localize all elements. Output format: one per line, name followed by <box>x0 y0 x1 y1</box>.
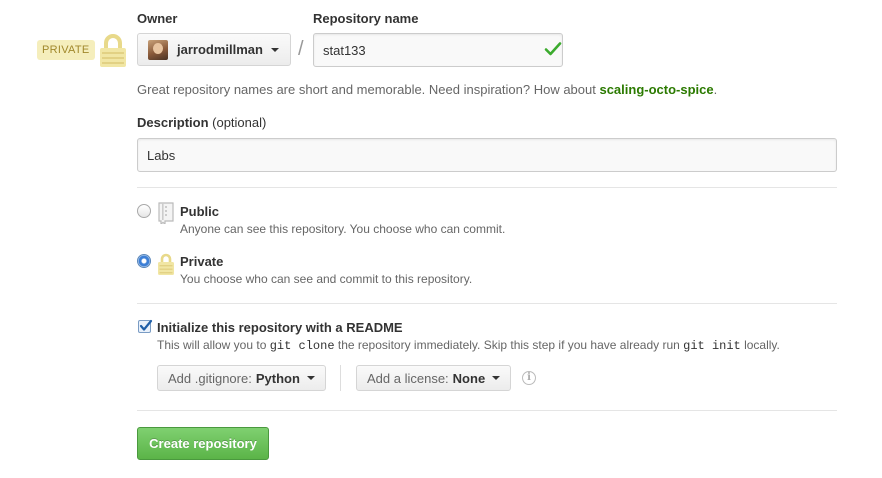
suggestion-link[interactable]: scaling-octo-spice <box>599 82 713 97</box>
readme-label: Initialize this repository with a README <box>157 320 403 335</box>
repository-name-input[interactable] <box>313 33 563 67</box>
gitignore-select[interactable]: Add .gitignore: Python <box>157 365 326 391</box>
divider <box>137 410 837 411</box>
repository-name-label: Repository name <box>313 11 419 26</box>
owner-dropdown[interactable]: jarrodmillman <box>137 33 291 66</box>
private-option-desc: You choose who can see and commit to thi… <box>180 272 473 286</box>
caret-down-icon <box>306 376 315 380</box>
description-input[interactable] <box>137 138 837 172</box>
divider <box>137 303 837 304</box>
caret-down-icon <box>270 47 279 52</box>
info-icon[interactable]: i <box>522 371 536 385</box>
license-label: Add a license: <box>367 370 449 386</box>
create-repository-button[interactable]: Create repository <box>137 427 269 460</box>
select-separator <box>340 365 341 391</box>
gitignore-value: Python <box>255 370 300 386</box>
private-option-title: Private <box>180 254 224 269</box>
owner-label: Owner <box>137 11 178 26</box>
public-radio[interactable] <box>137 204 151 218</box>
check-icon <box>544 42 562 56</box>
public-option-desc: Anyone can see this repository. You choo… <box>180 222 506 236</box>
private-radio[interactable] <box>137 254 151 268</box>
description-label: Description (optional) <box>137 115 267 130</box>
lock-icon <box>158 253 174 275</box>
license-value: None <box>452 370 486 386</box>
license-select[interactable]: Add a license: None <box>356 365 512 391</box>
divider <box>137 187 837 188</box>
owner-name: jarrodmillman <box>177 42 263 57</box>
readme-checkbox[interactable] <box>138 319 153 333</box>
repository-name-hint: Great repository names are short and mem… <box>137 82 718 97</box>
description-optional-hint: (optional) <box>212 115 267 130</box>
check-icon <box>139 319 153 331</box>
caret-down-icon <box>492 376 501 380</box>
owner-repo-separator: / <box>298 38 304 60</box>
readme-desc: This will allow you to git clone the rep… <box>157 338 780 353</box>
avatar <box>148 39 168 60</box>
repo-icon <box>158 202 174 224</box>
lock-icon <box>100 34 126 67</box>
public-option-title: Public <box>180 204 220 219</box>
private-badge: PRIVATE <box>37 40 95 60</box>
gitignore-label: Add .gitignore: <box>168 370 252 386</box>
